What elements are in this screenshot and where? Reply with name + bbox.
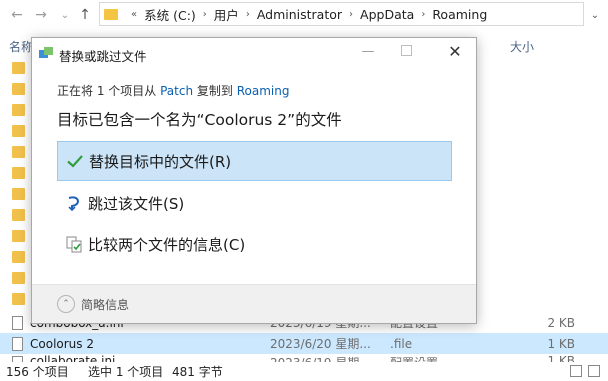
file-date: 2023/6/20 星期...	[270, 337, 371, 351]
compare-option-label: 比较两个文件的信息(C)	[88, 235, 246, 254]
file-row-selected[interactable]: Coolorus 2 2023/6/20 星期... .file 1 KB	[0, 333, 608, 354]
dialog-footer: ⌃ 简略信息	[32, 284, 476, 323]
forward-arrow-icon[interactable]: →	[30, 4, 52, 26]
folder-icon[interactable]	[12, 146, 25, 158]
file-size: 1 KB	[547, 354, 575, 362]
skip-option-label: 跳过该文件(S)	[88, 194, 185, 213]
file-type: .file	[390, 336, 413, 351]
breadcrumb-separator-icon[interactable]: ›	[421, 9, 425, 20]
folder-icon[interactable]	[12, 83, 25, 95]
fewer-details-label[interactable]: 简略信息	[81, 296, 129, 313]
large-icons-view-icon[interactable]	[588, 365, 600, 377]
breadcrumb-separator-icon[interactable]: ›	[349, 9, 353, 20]
breadcrumb-roaming[interactable]: Roaming	[432, 7, 487, 22]
file-row[interactable]: collaborate.ini 2023/6/19 星期... 配置设置 1 K…	[0, 354, 608, 362]
file-size: 2 KB	[547, 315, 575, 330]
destination-folder-link[interactable]: Roaming	[237, 84, 290, 98]
folder-icon[interactable]	[12, 209, 25, 221]
copy-description: 正在将 1 个项目从 Patch 复制到 Roaming	[57, 82, 289, 99]
copy-prefix: 正在将 1 个项目从	[57, 84, 157, 98]
status-bar: 156 个项目 选中 1 个项目 481 字节	[0, 362, 608, 381]
breadcrumb-separator-icon[interactable]: ›	[203, 9, 207, 20]
folder-icon[interactable]	[12, 272, 25, 284]
maximize-icon[interactable]	[401, 45, 412, 56]
folder-icon[interactable]	[12, 188, 25, 200]
selected-size: 481 字节	[172, 365, 223, 379]
address-bar: ← → ⌄ ↑ « 系统 (C:) › 用户 › Administrator ›…	[0, 0, 608, 30]
up-arrow-icon[interactable]: ↑	[74, 4, 96, 26]
column-header-size[interactable]: 大小	[510, 38, 534, 56]
folder-icon[interactable]	[12, 230, 25, 242]
folder-icon[interactable]	[12, 293, 25, 305]
folder-icon[interactable]	[12, 62, 25, 74]
column-header-name[interactable]: 名称	[9, 38, 33, 56]
item-count: 156 个项目	[6, 365, 69, 379]
replace-option-label: 替换目标中的文件(R)	[89, 152, 232, 171]
breadcrumb-administrator[interactable]: Administrator	[257, 7, 342, 22]
folder-icon	[104, 8, 118, 20]
path-dropdown-chevron-icon[interactable]: ⌄	[585, 6, 605, 24]
compare-option-button[interactable]: 比较两个文件的信息(C)	[57, 224, 452, 264]
copy-to-text: 复制到	[196, 84, 233, 98]
dialog-title: 替换或跳过文件	[59, 49, 147, 64]
selected-count: 选中 1 个项目	[88, 365, 164, 379]
collapse-details-chevron-icon[interactable]: ⌃	[57, 295, 75, 313]
path-box[interactable]: « 系统 (C:) › 用户 › Administrator › AppData…	[99, 2, 584, 26]
file-name: Coolorus 2	[30, 336, 94, 351]
breadcrumb-appdata[interactable]: AppData	[360, 7, 414, 22]
details-view-icon[interactable]	[570, 365, 582, 377]
overflow-chevron-icon[interactable]: «	[131, 9, 137, 20]
replace-option-button[interactable]: 替换目标中的文件(R)	[57, 141, 452, 181]
conflict-heading: 目标已包含一个名为“Coolorus 2”的文件	[57, 111, 342, 129]
close-icon[interactable]: ✕	[444, 42, 466, 62]
breadcrumb-users[interactable]: 用户	[214, 5, 239, 24]
copy-app-icon	[39, 47, 53, 58]
breadcrumb-separator-icon[interactable]: ›	[246, 9, 250, 20]
file-icon	[12, 336, 23, 351]
file-date: 2023/6/19 星期...	[270, 354, 371, 362]
skip-option-button[interactable]: 跳过该文件(S)	[57, 183, 452, 223]
folder-icon[interactable]	[12, 251, 25, 263]
breadcrumb-drive[interactable]: 系统 (C:)	[144, 5, 196, 24]
minimize-icon[interactable]: —	[359, 44, 377, 62]
file-size: 1 KB	[547, 336, 575, 351]
source-folder-link[interactable]: Patch	[160, 84, 193, 98]
file-type: 配置设置	[390, 354, 438, 362]
compare-icon	[66, 236, 82, 253]
recent-locations-chevron-icon[interactable]: ⌄	[54, 4, 76, 26]
skip-icon	[68, 196, 80, 212]
settings-file-icon	[12, 315, 23, 330]
file-name: collaborate.ini	[30, 354, 116, 362]
replace-or-skip-dialog: 替换或跳过文件 — ✕ 正在将 1 个项目从 Patch 复制到 Roaming…	[31, 37, 477, 324]
folder-icon[interactable]	[12, 104, 25, 116]
check-icon	[67, 155, 83, 168]
folder-icon[interactable]	[12, 167, 25, 179]
back-arrow-icon[interactable]: ←	[6, 4, 28, 26]
folder-icon[interactable]	[12, 125, 25, 137]
